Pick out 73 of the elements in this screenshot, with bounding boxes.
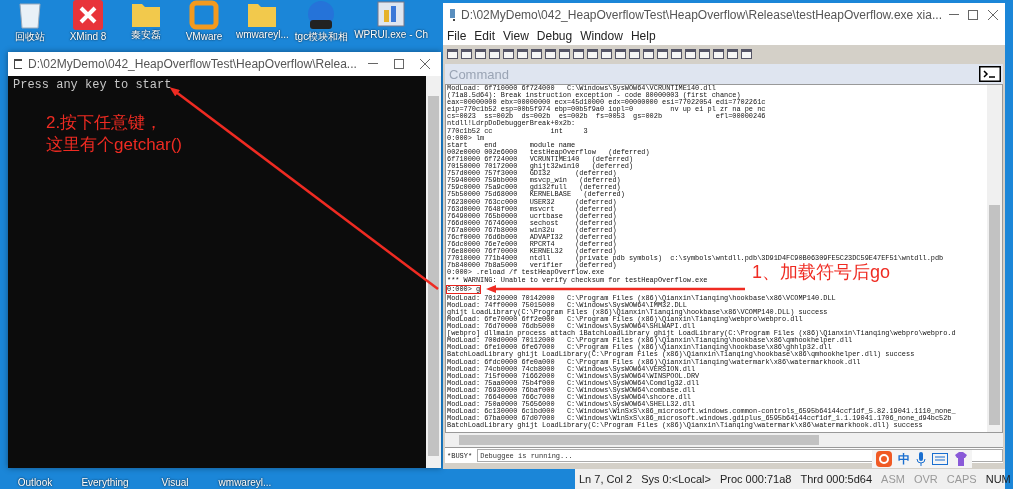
toolbar-window-icon[interactable] <box>643 48 654 59</box>
toolbar-window-icon[interactable] <box>671 48 682 59</box>
scrollbar[interactable] <box>426 76 441 468</box>
toolbar-window-icon[interactable] <box>741 48 752 59</box>
toolbar-window-icon[interactable] <box>489 48 500 59</box>
cross-logo-icon <box>73 0 103 30</box>
close-icon <box>987 10 998 20</box>
console-icon <box>14 59 22 69</box>
toolbar-window-icon[interactable] <box>573 48 584 59</box>
minimize-icon <box>367 63 378 65</box>
desktop-icon-label[interactable]: wmwareyl... <box>236 28 289 41</box>
menu-item[interactable]: View <box>503 29 529 43</box>
recycle-bin-icon <box>17 0 43 30</box>
keyboard-icon[interactable] <box>932 453 948 465</box>
toolbar-window-icon[interactable] <box>615 48 626 59</box>
desktop-icon-label[interactable]: Everything <box>81 476 129 489</box>
window-title: D:\02MyDemo\042_HeapOverflowTest\HeapOverflow\Relea... <box>28 57 357 71</box>
close-icon <box>420 59 430 69</box>
window-title: D:\02MyDemo\042_HeapOverflowTest\HeapOverflow\Release\testHeapOverflow.exe xia... <box>461 8 942 22</box>
menu-item[interactable]: File <box>447 29 467 43</box>
console-text: Press any key to start <box>13 78 173 92</box>
toolbar-window-icon[interactable] <box>531 48 542 59</box>
toolbar-window-icon[interactable] <box>657 48 668 59</box>
toolbar-window-icon[interactable] <box>461 48 472 59</box>
maximize-icon <box>393 59 404 69</box>
desktop-icon-label[interactable]: 秦安磊 <box>131 28 161 41</box>
minimize-icon <box>949 14 960 16</box>
desktop-icon-label[interactable]: 回收站 <box>15 30 45 43</box>
terminal-icon[interactable] <box>979 66 1001 82</box>
zip-archive-icon <box>306 0 337 30</box>
toolbar-window-icon[interactable] <box>517 48 528 59</box>
status-item: Ln 7, Col 2 <box>579 473 633 485</box>
status-item: Thrd 000:5d64 <box>800 473 873 485</box>
annotation-text: 2.按下任意键， <box>46 112 164 134</box>
menu-item[interactable]: Edit <box>474 29 496 43</box>
annotation-text: 1、加载符号后go <box>752 262 891 284</box>
toolbar-window-icon[interactable] <box>503 48 514 59</box>
status-item: ASM <box>881 473 905 485</box>
status-item: OVR <box>913 473 938 485</box>
status-item: Sys 0:<Local> <box>641 473 711 485</box>
shirt-icon[interactable] <box>954 452 968 466</box>
toolbar-window-icon[interactable] <box>559 48 570 59</box>
desktop-icon-label[interactable]: tgc模块和相 <box>294 30 349 43</box>
toolbar-window-icon[interactable] <box>727 48 738 59</box>
toolbar-window-icon[interactable] <box>601 48 612 59</box>
desktop-icon-label[interactable]: XMind 8 <box>69 30 107 43</box>
status-item: Proc 000:71a8 <box>719 473 792 485</box>
status-item: CAPS <box>946 473 977 485</box>
pane-title: Command <box>449 66 509 82</box>
menu-item[interactable]: Debug <box>536 29 573 43</box>
toolbar-window-icon[interactable] <box>447 48 458 59</box>
toolbar-window-icon[interactable] <box>699 48 710 59</box>
toolbar-window-icon[interactable] <box>545 48 556 59</box>
desktop-icon-label[interactable]: WPRUI.exe - Ch <box>354 28 429 41</box>
square-logo-icon <box>189 0 219 30</box>
toolbar-window-icon[interactable] <box>629 48 640 59</box>
toolbar-window-icon[interactable] <box>713 48 724 59</box>
scrollbar[interactable] <box>987 85 1002 432</box>
menu-item[interactable]: Help <box>630 29 656 43</box>
desktop-icon-label[interactable]: Visual <box>161 476 189 489</box>
desktop-icon-label[interactable]: wmwareyl... <box>218 476 272 489</box>
horizontal-scrollbar[interactable] <box>445 433 1003 447</box>
toolbar-window-icon[interactable] <box>587 48 598 59</box>
s-logo-icon[interactable] <box>876 451 892 467</box>
toolbar-window-icon[interactable] <box>685 48 696 59</box>
microphone-icon[interactable] <box>916 452 926 466</box>
desktop-icon-label[interactable]: VMware <box>185 30 223 43</box>
menu-item[interactable]: Window <box>580 29 623 43</box>
desktop-icon-label[interactable]: Outlook <box>17 476 53 489</box>
annotation-text: 这里有个getchar() <box>46 134 183 157</box>
maximize-icon <box>968 10 979 20</box>
toolbar-window-icon[interactable] <box>475 48 486 59</box>
application-icon <box>376 0 407 28</box>
